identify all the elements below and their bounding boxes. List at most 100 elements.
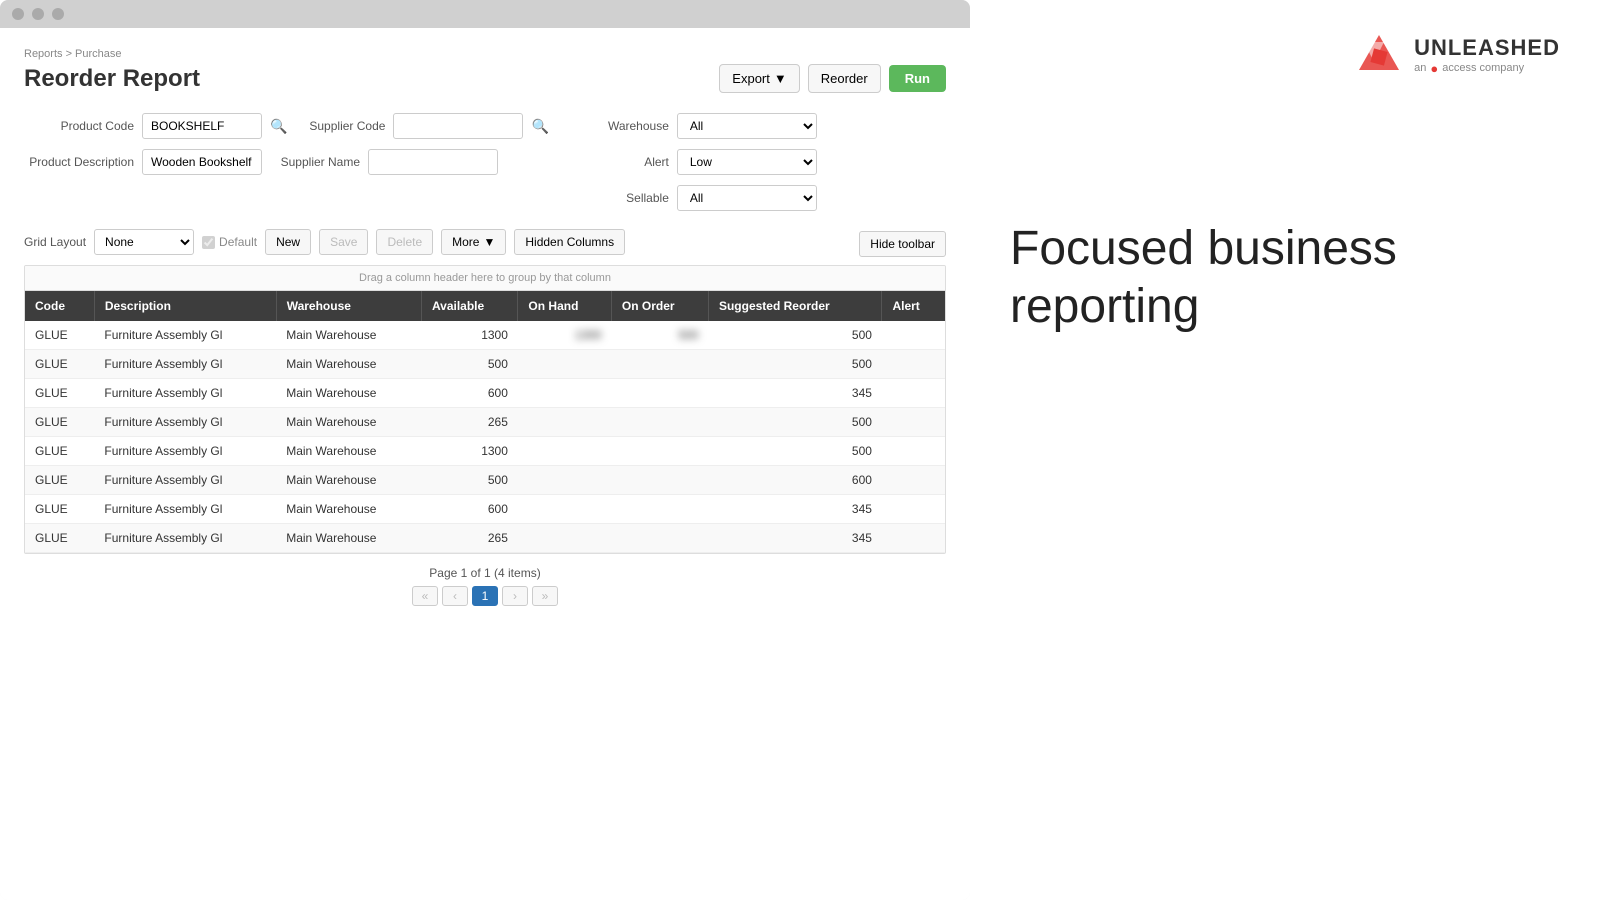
supplier-code-input[interactable] [393,113,523,139]
cell-warehouse: Main Warehouse [276,379,421,408]
cell-on-hand: 1300 [518,321,612,350]
cell-available: 600 [421,495,517,524]
product-code-label: Product Code [24,119,134,133]
pagination-controls: « ‹ 1 › » [36,586,934,606]
app-window: Reports > Purchase Reorder Report Export… [0,0,970,900]
titlebar-dot-red [12,8,24,20]
warehouse-label: Warehouse [599,119,669,133]
toolbar: Grid Layout None Default New Save Delete… [24,229,625,255]
cell-available: 265 [421,408,517,437]
product-desc-input[interactable] [142,149,262,175]
cell-code[interactable]: GLUE [25,350,94,379]
marketing-text: Focused business reporting [1010,220,1560,335]
sellable-select[interactable]: All Yes No [677,185,817,211]
cell-available: 1300 [421,437,517,466]
cell-on-order [611,379,708,408]
cell-suggested-reorder: 345 [708,379,881,408]
data-table: Code Description Warehouse Available On … [25,291,945,553]
pagination: Page 1 of 1 (4 items) « ‹ 1 › » [24,554,946,618]
cell-warehouse: Main Warehouse [276,437,421,466]
default-checkbox[interactable] [202,236,215,249]
cell-available: 500 [421,350,517,379]
alert-select[interactable]: Low Medium High None [677,149,817,175]
cell-code[interactable]: GLUE [25,408,94,437]
cell-description[interactable]: Furniture Assembly Gl [94,350,276,379]
cell-alert [882,321,945,350]
titlebar [0,0,970,28]
cell-on-order [611,408,708,437]
cell-suggested-reorder: 345 [708,524,881,553]
next-page-button[interactable]: › [502,586,528,606]
product-code-input[interactable] [142,113,262,139]
cell-code[interactable]: GLUE [25,495,94,524]
cell-description[interactable]: Furniture Assembly Gl [94,321,276,350]
page-1-button[interactable]: 1 [472,586,498,606]
cell-suggested-reorder: 500 [708,321,881,350]
save-button[interactable]: Save [319,229,368,255]
warehouse-select[interactable]: All Main Warehouse [677,113,817,139]
table-header-row: Code Description Warehouse Available On … [25,291,945,321]
col-header-code: Code [25,291,94,321]
reorder-button[interactable]: Reorder [808,64,881,93]
page-header: Reorder Report Export ▼ Reorder Run [24,64,946,93]
cell-on-hand [518,350,612,379]
cell-warehouse: Main Warehouse [276,350,421,379]
col-header-description: Description [94,291,276,321]
cell-on-order [611,495,708,524]
cell-code[interactable]: GLUE [25,379,94,408]
cell-on-hand [518,495,612,524]
cell-description[interactable]: Furniture Assembly Gl [94,379,276,408]
delete-button[interactable]: Delete [376,229,433,255]
cell-alert [882,524,945,553]
cell-description[interactable]: Furniture Assembly Gl [94,437,276,466]
toolbar-wrapper: Grid Layout None Default New Save Delete… [24,229,946,259]
sellable-label: Sellable [599,191,669,205]
cell-available: 265 [421,524,517,553]
grid-container: Drag a column header here to group by th… [24,265,946,554]
last-page-button[interactable]: » [532,586,558,606]
cell-code[interactable]: GLUE [25,524,94,553]
hidden-columns-button[interactable]: Hidden Columns [514,229,625,255]
export-button[interactable]: Export ▼ [719,64,799,93]
table-row: GLUE Furniture Assembly Gl Main Warehous… [25,350,945,379]
product-code-search-button[interactable]: 🔍 [270,118,287,135]
col-header-on-hand: On Hand [518,291,612,321]
product-desc-label: Product Description [24,155,134,169]
cell-description[interactable]: Furniture Assembly Gl [94,495,276,524]
cell-warehouse: Main Warehouse [276,408,421,437]
cell-on-hand [518,466,612,495]
cell-code[interactable]: GLUE [25,437,94,466]
run-button[interactable]: Run [889,65,946,92]
chevron-down-icon: ▼ [483,235,495,249]
cell-on-order [611,350,708,379]
cell-alert [882,379,945,408]
filter-col-left: Product Code 🔍 Supplier Code 🔍 Product D… [24,113,549,211]
supplier-name-label: Supplier Name [270,155,360,169]
header-actions: Export ▼ Reorder Run [719,64,946,93]
logo-container: UNLEASHED an ● access company [1354,30,1560,80]
cell-on-order [611,437,708,466]
cell-code[interactable]: GLUE [25,466,94,495]
supplier-name-input[interactable] [368,149,498,175]
first-page-button[interactable]: « [412,586,438,606]
cell-description[interactable]: Furniture Assembly Gl [94,524,276,553]
cell-description[interactable]: Furniture Assembly Gl [94,408,276,437]
filter-col-right: Warehouse All Main Warehouse Alert Low M… [599,113,817,211]
titlebar-dot-green [52,8,64,20]
more-button[interactable]: More ▼ [441,229,506,255]
page-title: Reorder Report [24,65,200,93]
cell-suggested-reorder: 500 [708,408,881,437]
grid-layout-select[interactable]: None [94,229,194,255]
col-header-on-order: On Order [611,291,708,321]
cell-code[interactable]: GLUE [25,321,94,350]
cell-alert [882,437,945,466]
col-header-warehouse: Warehouse [276,291,421,321]
prev-page-button[interactable]: ‹ [442,586,468,606]
supplier-code-label: Supplier Code [295,119,385,133]
table-row: GLUE Furniture Assembly Gl Main Warehous… [25,466,945,495]
hide-toolbar-button[interactable]: Hide toolbar [859,231,946,257]
cell-description[interactable]: Furniture Assembly Gl [94,466,276,495]
supplier-code-search-button[interactable]: 🔍 [531,118,548,135]
cell-suggested-reorder: 600 [708,466,881,495]
new-button[interactable]: New [265,229,311,255]
